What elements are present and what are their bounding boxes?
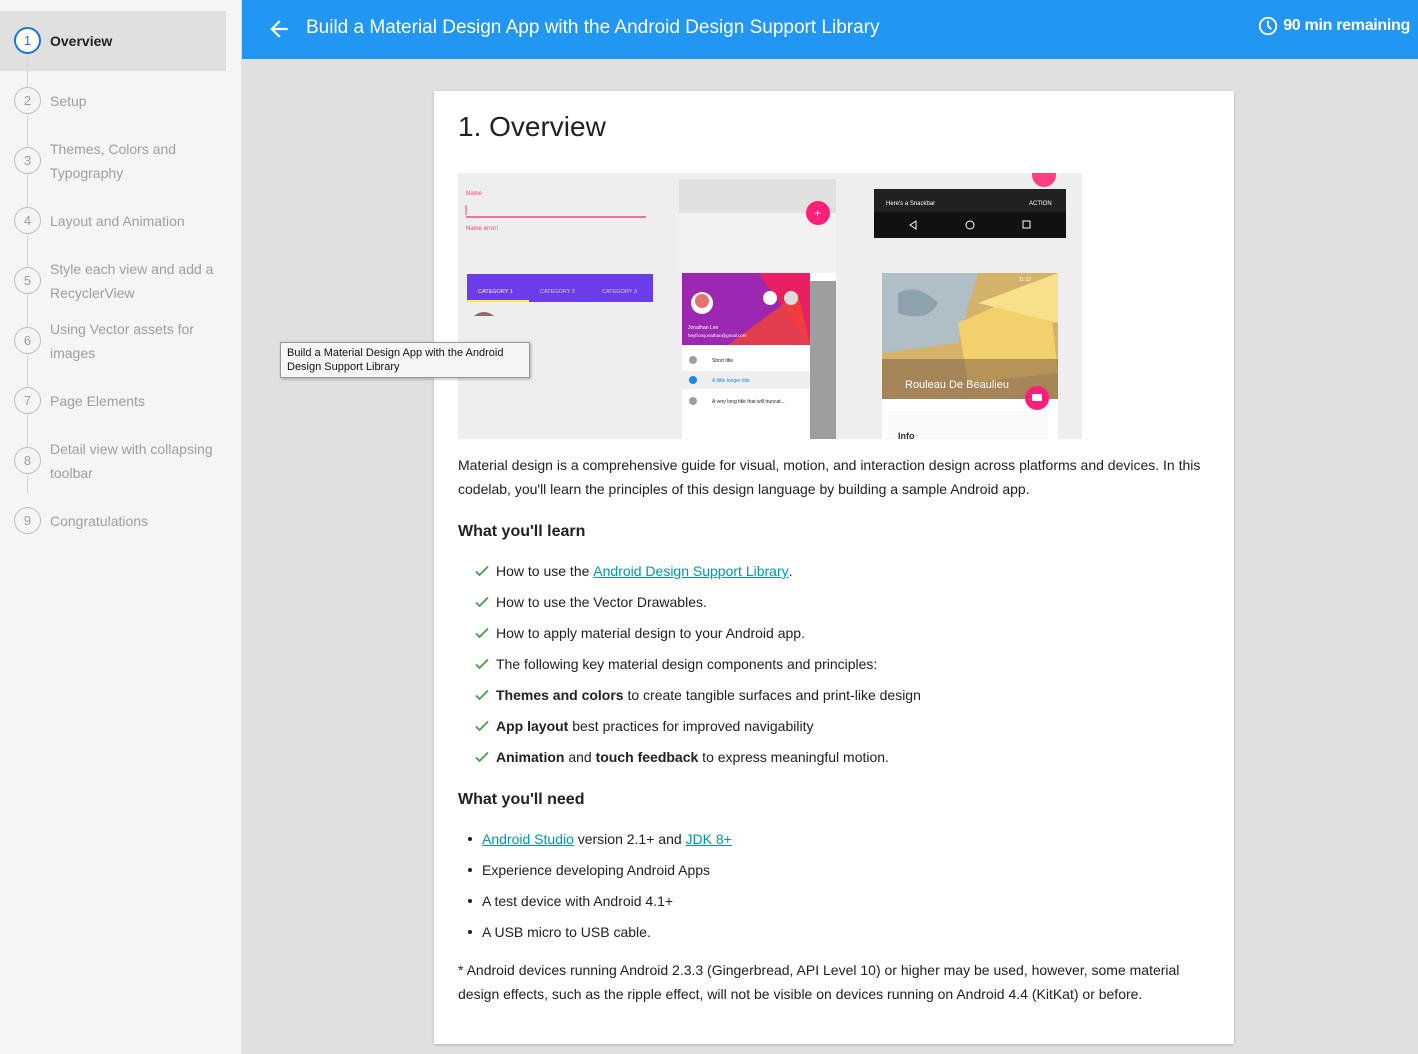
learn-item-text: .	[788, 563, 793, 579]
codelab-title: Build a Material Design App with the And…	[306, 17, 880, 38]
sidebar-step-recyclerview[interactable]: 5 Style each view and add a RecyclerView	[0, 252, 226, 312]
need-item-1: Android Studio version 2.1+ and JDK 8+	[468, 829, 732, 849]
android-studio-link[interactable]: Android Studio	[482, 831, 574, 847]
learn-item-text: to express meaningful motion.	[698, 749, 889, 765]
android-design-support-library-link[interactable]: Android Design Support Library	[593, 561, 788, 581]
tab-category-3: CATEGORY 3	[602, 289, 637, 295]
learn-item-text: The following key material design compon…	[496, 656, 878, 672]
snackbar-text: Here's a Snackbar	[886, 201, 935, 207]
detail-status-time: 11:12	[1019, 277, 1031, 283]
learn-item-text: How to apply material design to your And…	[496, 625, 805, 641]
learn-item-bold: App layout	[496, 718, 569, 734]
need-item-text: version 2.1+ and	[573, 831, 686, 847]
learn-item-text: to create tangible surfaces and print-li…	[623, 687, 921, 703]
top-app-bar: Build a Material Design App with the And…	[242, 0, 1418, 59]
step-number: 3	[14, 147, 41, 174]
learn-item-5: Themes and colors to create tangible sur…	[474, 685, 921, 705]
drawer-status-time: 12:30	[814, 276, 827, 282]
drawer-user-email: heyfromjonathan@gmail.com	[688, 333, 747, 338]
learn-item-bold: Animation	[496, 749, 565, 765]
learn-item-text: How to use the Vector Drawables.	[496, 594, 707, 610]
info-label: Info	[898, 431, 915, 439]
sidebar-step-congratulations[interactable]: 9 Congratulations	[0, 495, 226, 547]
clock-icon	[1259, 16, 1278, 36]
step-label: Overview	[50, 33, 113, 49]
learn-item-7: Animation and touch feedback to express …	[474, 747, 889, 767]
step-number: 1	[14, 27, 41, 54]
sidebar: 1 Overview 2 Setup 3 Themes, Colors and …	[0, 0, 242, 1054]
sidebar-step-page-elements[interactable]: 7 Page Elements	[0, 375, 226, 427]
step-label: Detail view with collapsing toolbar	[50, 441, 213, 481]
content-card: 1. Overview Name Name error! + Here's a …	[434, 91, 1234, 1044]
sidebar-step-overview[interactable]: 1 Overview	[0, 11, 226, 71]
checkmark-icon	[475, 658, 489, 670]
learn-item-bold: touch feedback	[595, 749, 699, 765]
cheese-title: Rouleau De Beaulieu	[905, 379, 1009, 391]
material-screens-illustration: Name Name error! + Here's a Snackbar ACT…	[458, 173, 1082, 439]
step-number: 2	[14, 87, 41, 114]
sidebar-step-detail-view[interactable]: 8 Detail view with collapsing toolbar	[0, 432, 226, 492]
need-item-3: A test device with Android 4.1+	[467, 893, 674, 909]
learn-item-4: The following key material design compon…	[474, 654, 877, 674]
svg-text:+: +	[814, 206, 821, 220]
list-item-1: Short title	[712, 358, 733, 364]
need-item-2: Experience developing Android Apps	[467, 862, 711, 878]
learn-item-6: App layout best practices for improved n…	[474, 716, 813, 736]
checkmark-icon	[475, 565, 489, 577]
checkmark-icon	[475, 627, 489, 639]
step-number: 7	[14, 387, 41, 414]
checkmark-icon	[475, 596, 489, 608]
step-number: 5	[14, 267, 41, 294]
name-field-label: Name	[466, 191, 483, 197]
step-label: Setup	[50, 93, 87, 109]
step-label: Layout and Animation	[50, 213, 185, 229]
list-item-2: A little longer title	[712, 378, 750, 384]
need-heading: What you'll need	[458, 791, 585, 808]
intro-paragraph: Material design is a comprehensive guide…	[458, 457, 1201, 497]
timer-text: 90 min remaining	[1283, 17, 1410, 34]
learn-item-2: How to use the Vector Drawables.	[474, 592, 707, 612]
list-item-3: A very long title that will truncat...	[712, 399, 785, 405]
drawer-user-name: Jonathan Lee	[688, 325, 719, 331]
learn-item-text: best practices for improved navigability	[568, 718, 814, 734]
jdk-link[interactable]: JDK 8+	[686, 831, 732, 847]
checkmark-icon	[475, 689, 489, 701]
footnote: * Android devices running Android 2.3.3 …	[458, 962, 1180, 1002]
checkmark-icon	[475, 751, 489, 763]
sidebar-step-vector-assets[interactable]: 6 Using Vector assets for images	[0, 312, 226, 372]
learn-heading: What you'll learn	[458, 523, 586, 540]
hero-image: Name Name error! + Here's a Snackbar ACT…	[458, 173, 1082, 439]
learn-item-text: How to use the	[496, 563, 594, 579]
checkmark-icon	[475, 720, 489, 732]
learn-item-bold: Themes and colors	[496, 687, 624, 703]
step-label: Style each view and add a RecyclerView	[50, 261, 214, 301]
step-number: 4	[14, 207, 41, 234]
title-tooltip: Build a Material Design App with the And…	[280, 342, 530, 378]
name-field-error: Name error!	[466, 226, 498, 232]
snackbar-action: ACTION	[1029, 201, 1052, 207]
sidebar-step-themes[interactable]: 3 Themes, Colors and Typography	[0, 132, 226, 192]
step-number: 8	[14, 447, 41, 474]
page-title: 1. Overview	[458, 111, 606, 142]
tab-category-1: CATEGORY 1	[478, 289, 513, 295]
step-number: 6	[14, 327, 41, 354]
back-arrow-icon[interactable]	[266, 16, 292, 42]
learn-item-text: and	[564, 749, 596, 765]
step-number: 9	[14, 507, 41, 534]
learn-item-1: How to use the Android Design Support Li…	[474, 561, 793, 581]
learn-item-3: How to apply material design to your And…	[474, 623, 805, 643]
tab-category-2: CATEGORY 2	[540, 289, 575, 295]
need-item-4: A USB micro to USB cable.	[468, 924, 651, 940]
step-label: Themes, Colors and Typography	[50, 141, 177, 181]
sidebar-step-setup[interactable]: 2 Setup	[0, 75, 226, 127]
step-label: Page Elements	[50, 393, 145, 409]
step-label: Congratulations	[50, 513, 149, 529]
sidebar-step-layout[interactable]: 4 Layout and Animation	[0, 195, 226, 247]
time-remaining: 90 min remaining	[1257, 15, 1410, 37]
step-label: Using Vector assets for images	[50, 321, 194, 361]
